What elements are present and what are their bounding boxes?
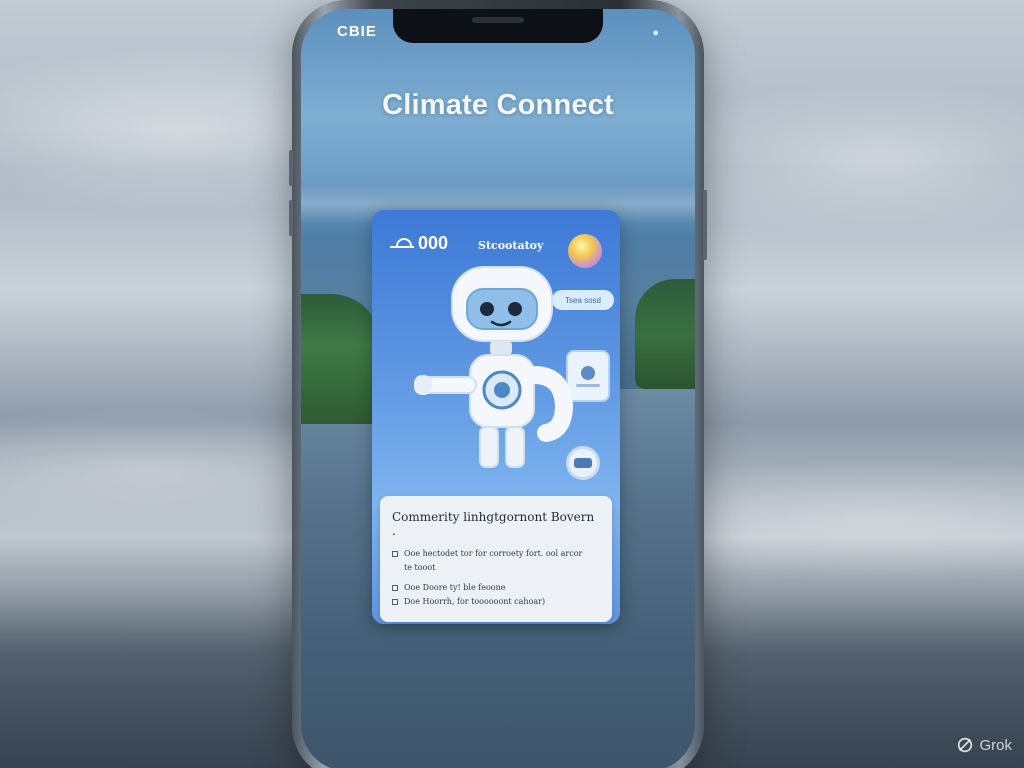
sun-orb-icon[interactable] <box>568 234 602 268</box>
panel-list: Ooe hectodet tor for corroety fort. ool … <box>392 548 600 608</box>
assistant-card[interactable]: 000 Stcootatoy Tsea sosd Commerity linhg… <box>372 210 620 624</box>
weather-icon <box>390 237 414 248</box>
app-title: Climate Connect <box>382 89 614 121</box>
watermark: Grok <box>956 736 1012 754</box>
list-item-text: te tooot <box>404 563 436 572</box>
checkbox-icon <box>392 585 398 591</box>
list-item[interactable]: Ooe Doore ty! ble feoone <box>392 582 600 594</box>
hill-right <box>635 279 695 389</box>
list-item-text: Doe Hoorrh, for toooooont cahoar) <box>404 597 546 606</box>
community-panel[interactable]: Commerity linhgtgornont Bovern . Ooe hec… <box>380 496 612 622</box>
power-button <box>703 190 707 260</box>
panel-heading: Commerity linhgtgornont Bovern . <box>392 510 595 538</box>
phone-screen: CBIE ● Climate Connect 000 Stcootatoy Ts… <box>301 9 695 768</box>
robot-mascot-icon <box>414 266 574 468</box>
list-item[interactable]: te tooot <box>392 562 600 574</box>
checkbox-icon <box>392 599 398 605</box>
list-item[interactable]: Doe Hoorrh, for toooooont cahoar) <box>392 596 600 608</box>
volume-up-button <box>289 150 293 186</box>
notch <box>393 9 603 43</box>
speaker-grille <box>472 17 524 23</box>
grok-logo-icon <box>958 737 973 753</box>
list-item-text: Ooe Doore ty! ble feoone <box>404 583 506 592</box>
status-carrier: CBIE <box>337 23 377 40</box>
count-value: 000 <box>418 233 449 253</box>
count-row: 000 <box>390 233 448 254</box>
card-label: Stcootatoy <box>478 239 544 252</box>
volume-down-button <box>289 200 293 236</box>
widget-icon <box>581 365 595 380</box>
status-indicator-icon: ● <box>652 27 659 39</box>
watermark-text: Grok <box>979 736 1012 754</box>
phone-device: CBIE ● Climate Connect 000 Stcootatoy Ts… <box>289 0 707 768</box>
hill-left <box>301 294 381 424</box>
list-item[interactable]: Ooe hectodet tor for corroety fort. ool … <box>392 548 600 560</box>
list-item-text: Ooe hectodet tor for corroety fort. ool … <box>404 549 583 558</box>
checkbox-icon <box>392 551 398 557</box>
